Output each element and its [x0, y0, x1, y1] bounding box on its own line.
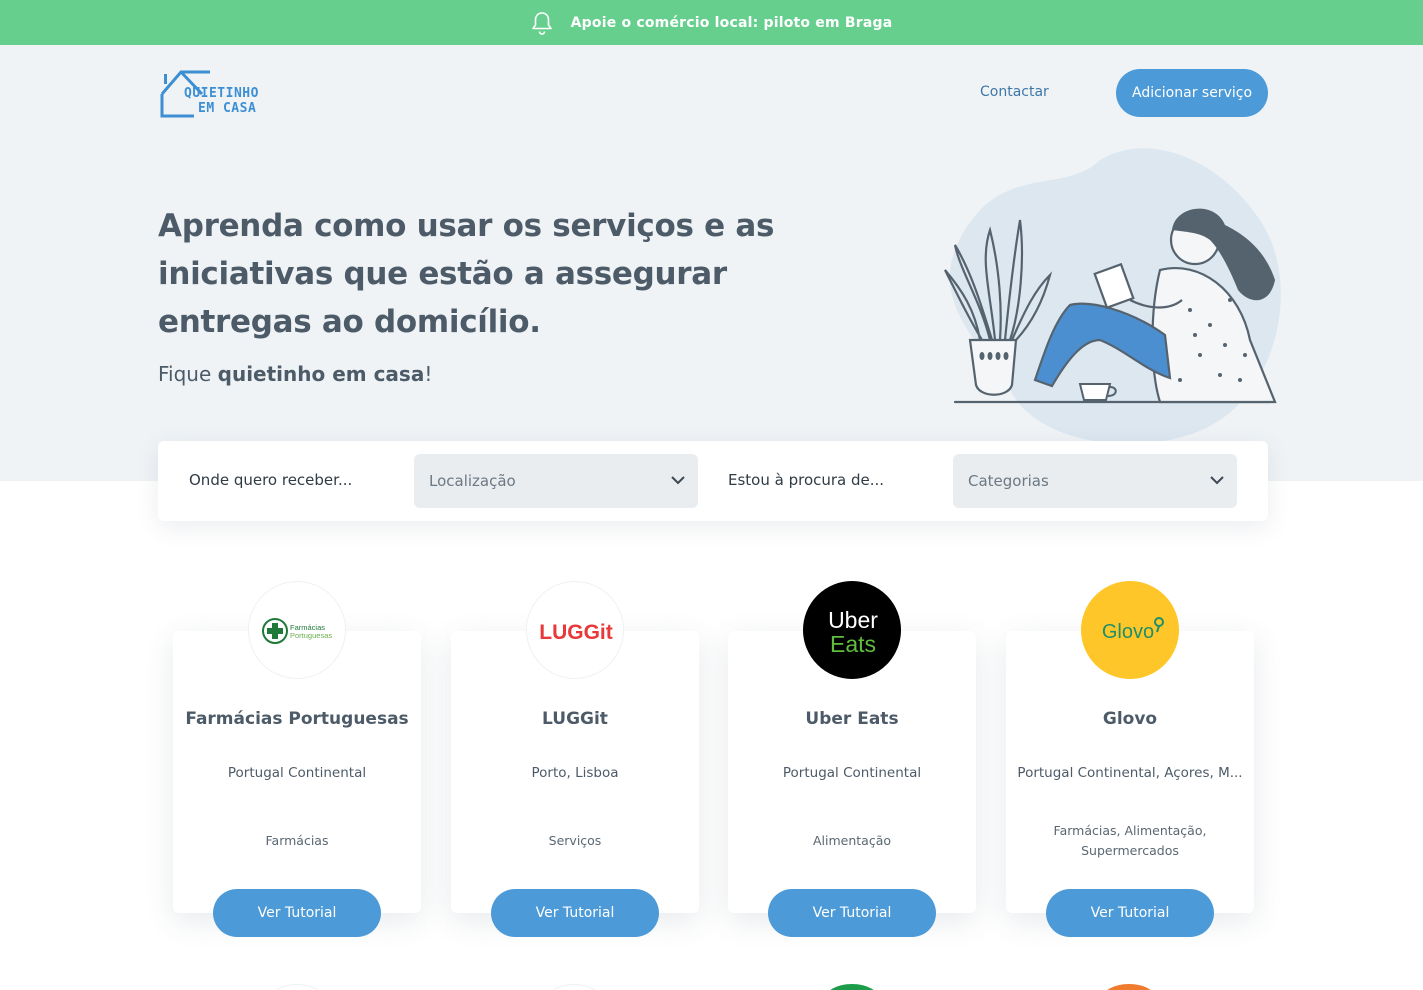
card-categories: Serviços: [548, 833, 602, 848]
announcement-banner: Apoie o comércio local: piloto em Braga: [0, 0, 1423, 45]
category-placeholder: Categorias: [968, 472, 1049, 490]
card-title: Farmácias Portuguesas: [185, 709, 409, 729]
subtitle-prefix: Fique: [158, 362, 218, 386]
subtitle-suffix: !: [424, 362, 433, 386]
card-region: Porto, Lisboa: [531, 765, 619, 781]
card-title: Uber Eats: [805, 709, 899, 729]
service-card: Glovo Glovo Portugal Continental, Açores…: [1006, 581, 1254, 937]
card-categories: Alimentação: [812, 833, 892, 848]
banner-text: Apoie o comércio local: piloto em Braga: [570, 14, 893, 31]
service-card: Uber Eats Uber Eats Portugal Continental…: [728, 581, 976, 937]
card-categories: Farmácias, Alimentação, Supermercados: [1053, 823, 1207, 858]
luggit-logo: LUGGit: [526, 581, 624, 679]
chevron-down-icon: [1210, 476, 1224, 485]
location-select[interactable]: Localização: [414, 454, 698, 508]
luggit-wordmark: LUGGit: [539, 621, 613, 644]
eats-wordmark: Eats: [830, 631, 876, 657]
glovo-logo: Glovo: [1081, 581, 1179, 679]
woman-reading-illustration: [944, 148, 1281, 445]
add-service-button[interactable]: Adicionar serviço: [1116, 69, 1268, 117]
farmacias-portuguesas-logo: Farmácias Portuguesas: [248, 581, 346, 679]
next-row-logo: [547, 984, 601, 990]
view-tutorial-button[interactable]: Ver Tutorial: [768, 889, 936, 937]
uber-eats-logo: Uber Eats: [803, 581, 901, 679]
view-tutorial-button[interactable]: Ver Tutorial: [491, 889, 659, 937]
logo-label-portuguesas: Portuguesas: [290, 631, 332, 640]
pharmacy-cross-icon: Farmácias Portuguesas: [262, 618, 332, 644]
card-title: Glovo: [1102, 709, 1158, 729]
logo-line2: EM CASA: [198, 101, 257, 116]
next-row-logo: [1102, 984, 1156, 990]
contact-link[interactable]: Contactar: [980, 84, 1049, 100]
service-card: Farmácias Portuguesas Farmácias Portugue…: [173, 581, 421, 937]
next-row-logo: [825, 984, 879, 990]
card-region: Portugal Continental: [782, 765, 922, 781]
card-region: Portugal Continental: [227, 765, 367, 781]
view-tutorial-button[interactable]: Ver Tutorial: [213, 889, 381, 937]
hero-headline: Aprenda como usar os serviços e as inici…: [158, 208, 775, 340]
subtitle-bold: quietinho em casa: [217, 362, 425, 386]
card-region: Portugal Continental, Açores, M...: [1017, 765, 1243, 781]
card-title: LUGGit: [542, 709, 608, 729]
category-select[interactable]: Categorias: [953, 454, 1237, 508]
hero-subtitle: Fique quietinho em casa!: [158, 362, 432, 386]
location-placeholder: Localização: [429, 472, 516, 490]
card-categories: Farmácias: [265, 833, 329, 848]
service-card: LUGGit LUGGit Porto, Lisboa Serviços Ver…: [451, 581, 699, 937]
uber-wordmark: Uber: [828, 607, 878, 633]
logo-text[interactable]: QUIETINHO EM CASA: [184, 86, 259, 116]
next-row-logo: [270, 984, 324, 990]
logo-line1: QUIETINHO: [184, 86, 259, 101]
chevron-down-icon: [671, 476, 685, 485]
glovo-wordmark: Glovo: [1102, 621, 1154, 643]
bell-icon: [531, 11, 552, 35]
search-bar: Onde quero receber... Localização Estou …: [158, 441, 1268, 521]
view-tutorial-button[interactable]: Ver Tutorial: [1046, 889, 1214, 937]
location-label: Onde quero receber...: [189, 471, 353, 489]
category-label: Estou à procura de...: [728, 471, 885, 489]
